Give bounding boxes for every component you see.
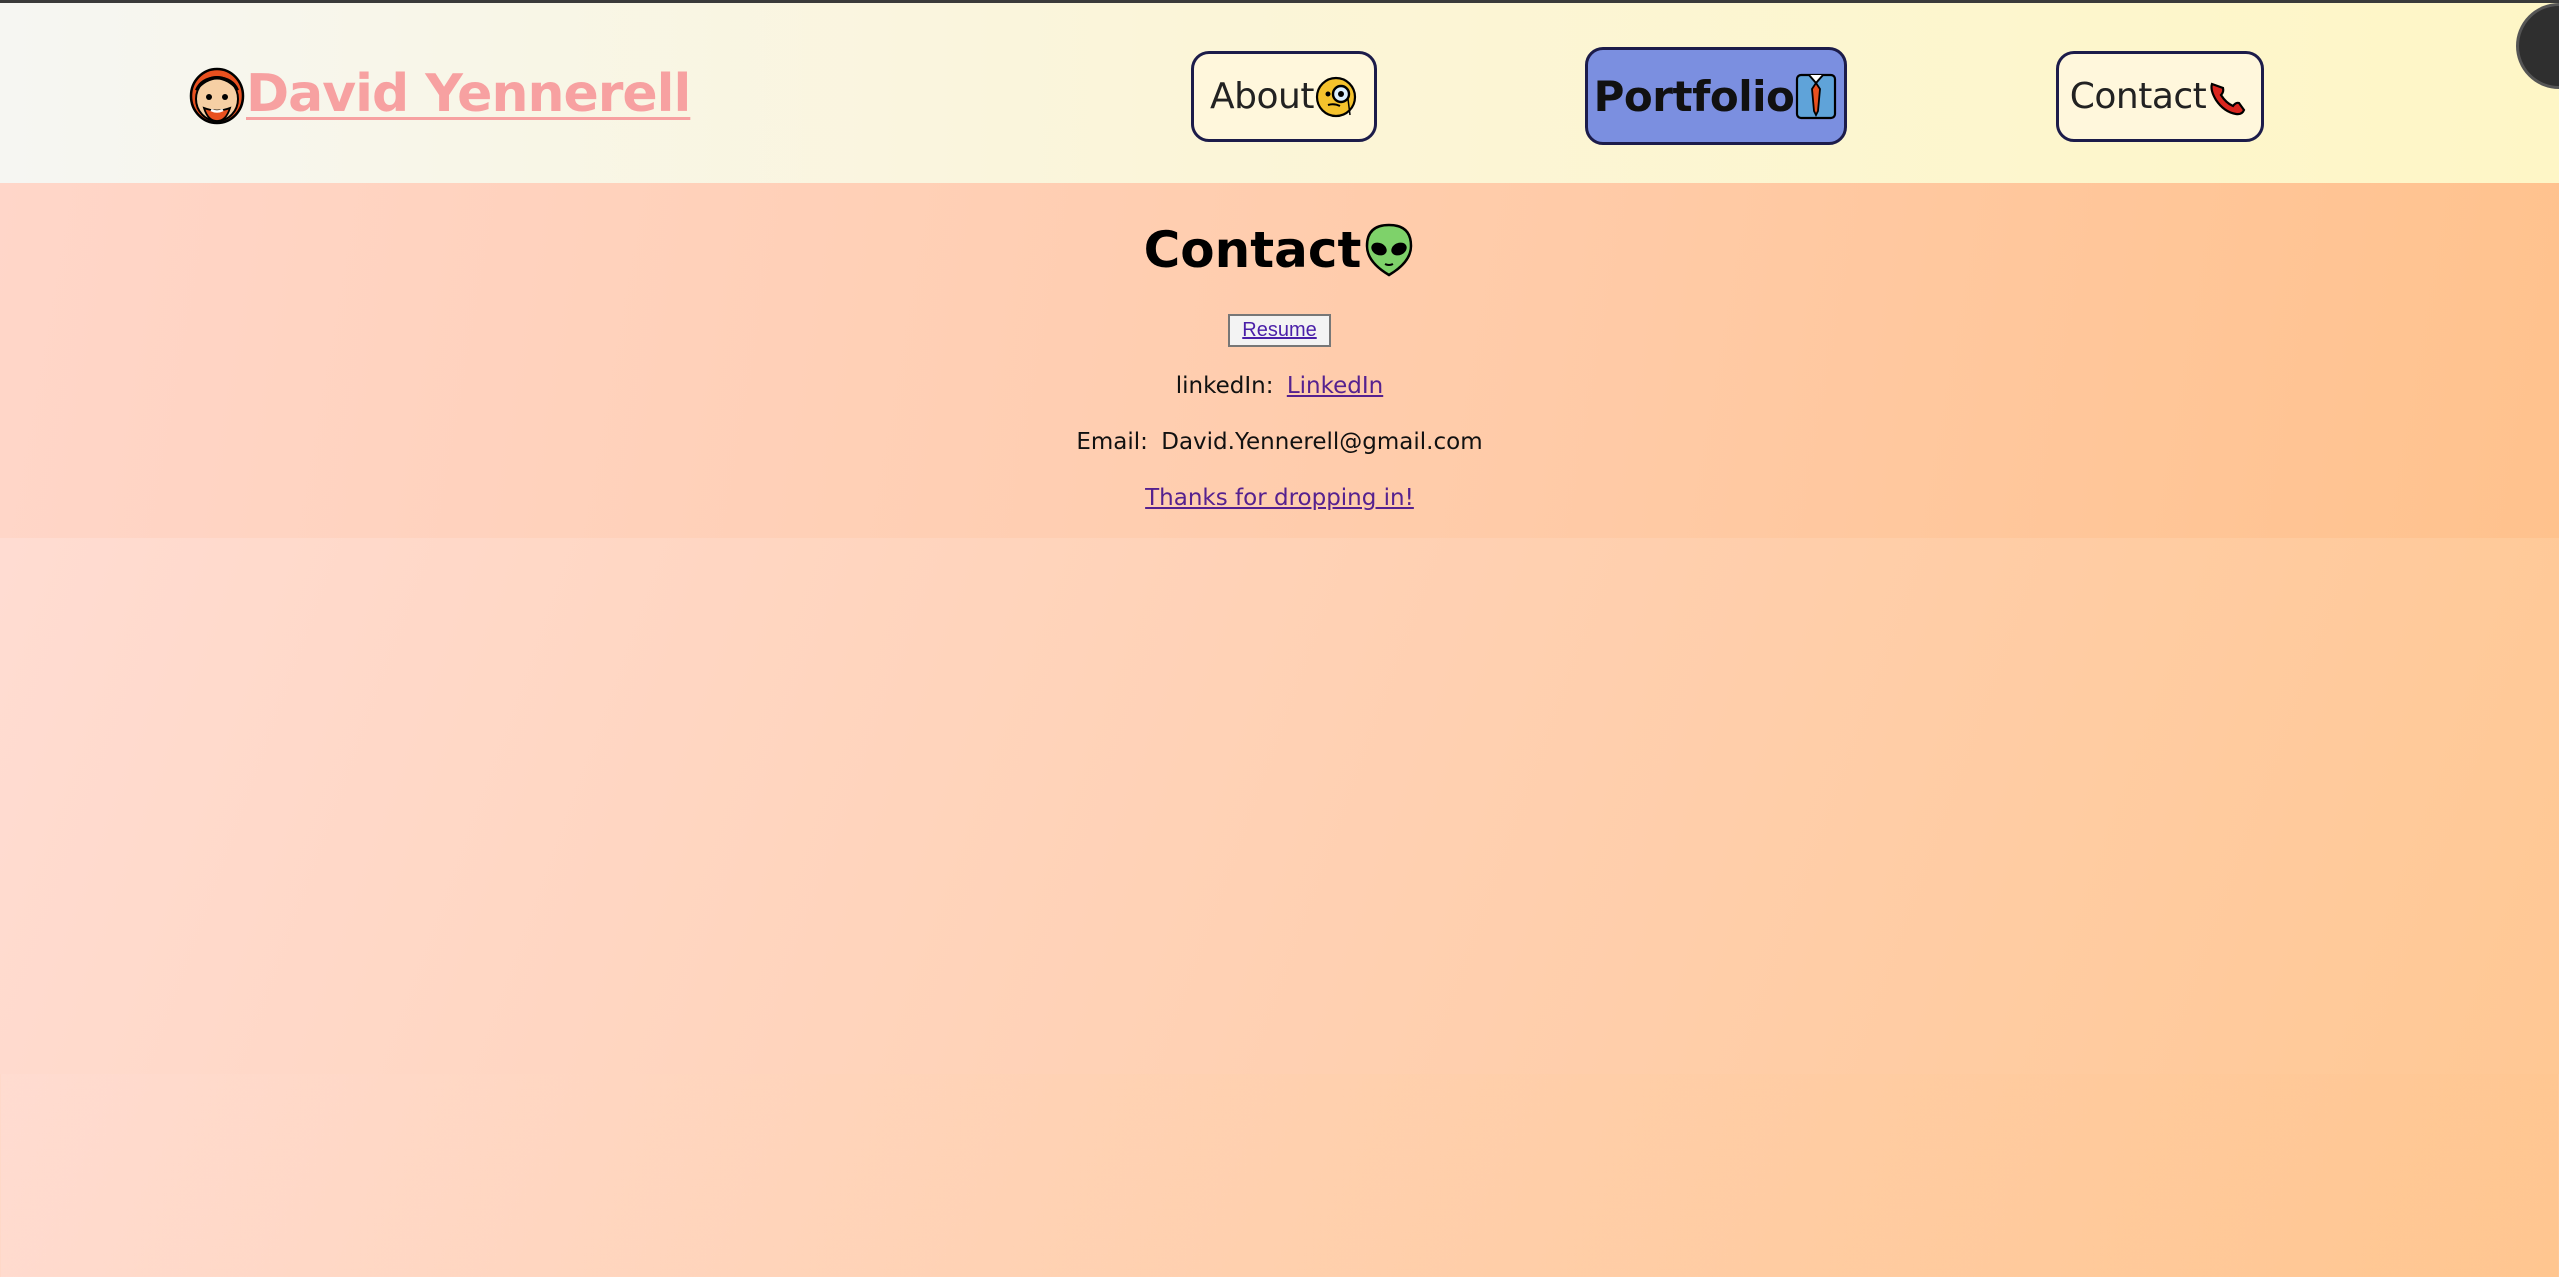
- thanks-row: Thanks for dropping in!: [0, 485, 2559, 511]
- nav-contact-button[interactable]: Contact: [2056, 51, 2264, 142]
- email-prefix: Email:: [1076, 429, 1148, 455]
- linkedin-row: linkedIn: LinkedIn: [0, 373, 2559, 399]
- site-header: David Yennerell About Portfolio Contact: [0, 3, 2559, 183]
- nav-portfolio-button[interactable]: Portfolio: [1585, 47, 1847, 145]
- brand-link[interactable]: David Yennerell: [188, 63, 691, 125]
- nav-about-button[interactable]: About: [1191, 51, 1377, 142]
- brand-name[interactable]: David Yennerell: [246, 64, 691, 124]
- corner-widget-icon[interactable]: [2516, 3, 2559, 89]
- resume-row: Resume: [0, 314, 2559, 347]
- necktie-shirt-icon: [1794, 71, 1838, 121]
- contact-heading: Contact: [0, 221, 2559, 279]
- nav-contact-label: Contact: [2069, 76, 2207, 117]
- resume-button[interactable]: Resume: [1228, 314, 1331, 347]
- face-avatar-icon: [188, 63, 246, 125]
- nav-about-label: About: [1210, 76, 1314, 117]
- nav-portfolio-label: Portfolio: [1593, 71, 1795, 121]
- linkedin-prefix: linkedIn:: [1175, 373, 1274, 399]
- alien-icon: [1363, 222, 1415, 278]
- email-row: Email: David.Yennerell@gmail.com: [0, 429, 2559, 455]
- email-value: David.Yennerell@gmail.com: [1161, 429, 1483, 455]
- monocle-face-icon: [1314, 75, 1358, 119]
- contact-title: Contact: [1143, 221, 1362, 279]
- contact-section: Contact Resume linkedIn: LinkedIn Email:…: [0, 183, 2559, 538]
- linkedin-link[interactable]: LinkedIn: [1287, 373, 1383, 399]
- thanks-link[interactable]: Thanks for dropping in!: [1145, 485, 1414, 511]
- telephone-icon: [2206, 76, 2250, 118]
- empty-content-section: [0, 538, 2559, 1074]
